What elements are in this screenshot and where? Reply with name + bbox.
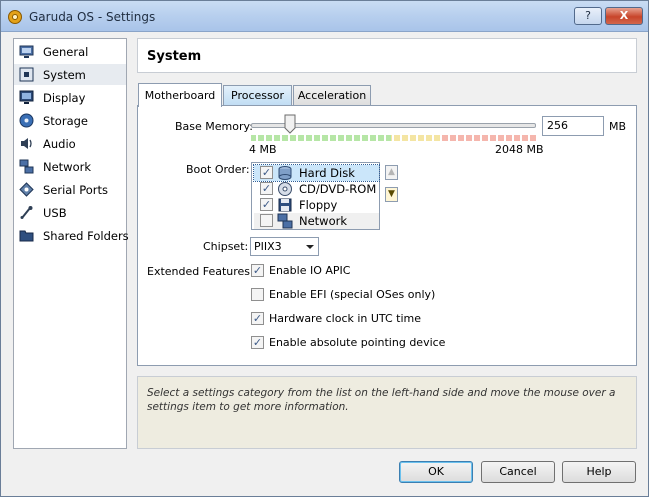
motherboard-panel <box>137 105 637 366</box>
tab-motherboard[interactable]: Motherboard <box>138 83 222 107</box>
chipset-label: Chipset: <box>203 240 249 253</box>
hard-disk-icon <box>278 166 292 180</box>
boot-order-label: Boot Order: <box>186 163 250 176</box>
sidebar-item-label: USB <box>43 206 67 220</box>
boot-item-cd-dvd[interactable]: ✓ CD/DVD-ROM <box>254 181 379 197</box>
storage-icon <box>19 113 34 128</box>
sidebar-item-usb[interactable]: USB <box>14 202 126 223</box>
boot-item-label: Floppy <box>299 198 338 212</box>
absolute-pointing-label: Enable absolute pointing device <box>269 336 446 349</box>
chipset-value: PIIX3 <box>254 240 282 253</box>
sidebar-item-audio[interactable]: Audio <box>14 133 126 154</box>
help-button[interactable]: Help <box>562 461 636 483</box>
boot-order-list: ✓ Hard Disk ✓ CD/DVD-ROM ✓ Floppy Networ… <box>251 162 380 230</box>
cd-dvd-icon <box>278 182 292 196</box>
sidebar-item-label: Display <box>43 91 86 105</box>
sidebar-item-storage[interactable]: Storage <box>14 110 126 131</box>
boot-item-network[interactable]: Network <box>254 213 379 229</box>
chevron-down-icon <box>306 245 314 249</box>
absolute-pointing-checkbox[interactable]: ✓ <box>251 336 264 349</box>
boot-item-hard-disk[interactable]: ✓ Hard Disk <box>253 164 380 182</box>
usb-icon <box>20 206 33 219</box>
boot-checkbox[interactable]: ✓ <box>260 166 273 179</box>
info-panel: Select a settings category from the list… <box>137 376 637 449</box>
memory-size-input[interactable]: 256 <box>542 116 604 136</box>
move-up-button[interactable]: ▲ <box>385 165 398 180</box>
sidebar-item-shared-folders[interactable]: Shared Folders <box>14 225 129 246</box>
efi-label: Enable EFI (special OSes only) <box>269 288 436 301</box>
sidebar-item-system[interactable]: System <box>14 64 126 85</box>
boot-checkbox[interactable] <box>260 214 273 227</box>
general-icon <box>19 45 34 58</box>
page-title: System <box>147 49 202 64</box>
utc-clock-label: Hardware clock in UTC time <box>269 312 422 325</box>
network-boot-icon <box>277 213 293 229</box>
sidebar-item-label: Network <box>43 160 92 174</box>
help-title-button[interactable]: ? <box>574 7 602 25</box>
sidebar-item-label: General <box>43 45 89 59</box>
gear-icon <box>8 10 22 24</box>
sidebar-item-network[interactable]: Network <box>14 156 126 177</box>
tab-processor[interactable]: Processor <box>223 85 292 106</box>
sidebar-item-display[interactable]: Display <box>14 87 126 108</box>
memory-slider-thumb[interactable] <box>284 114 296 134</box>
info-text: Select a settings category from the list… <box>147 387 616 413</box>
sidebar-item-label: Serial Ports <box>43 183 108 197</box>
boot-item-label: Network <box>299 214 348 228</box>
memory-unit-label: MB <box>609 120 627 133</box>
utc-clock-checkbox[interactable]: ✓ <box>251 312 264 325</box>
sidebar-item-label: System <box>43 68 86 82</box>
system-icon <box>19 67 34 82</box>
floppy-icon <box>278 198 292 212</box>
audio-icon <box>21 138 32 149</box>
settings-window: Garuda OS - Settings ? X General System … <box>0 0 649 497</box>
sidebar-item-general[interactable]: General <box>14 41 126 62</box>
slider-min-label: 4 MB <box>249 143 277 156</box>
io-apic-checkbox[interactable]: ✓ <box>251 264 264 277</box>
memory-slider-scale <box>251 135 536 141</box>
sidebar-item-label: Audio <box>43 137 76 151</box>
network-icon <box>19 159 34 174</box>
serial-ports-icon <box>19 182 34 197</box>
move-down-button[interactable]: ▼ <box>385 187 398 202</box>
title-bar[interactable]: Garuda OS - Settings ? X <box>1 1 648 32</box>
slider-max-label: 2048 MB <box>495 143 544 156</box>
shared-folders-icon <box>19 230 34 242</box>
ok-button[interactable]: OK <box>399 461 473 483</box>
boot-checkbox[interactable]: ✓ <box>260 198 273 211</box>
tab-acceleration[interactable]: Acceleration <box>293 85 371 106</box>
settings-sidebar: General System Display Storage Audio Net… <box>13 38 129 449</box>
page-header: System <box>137 38 637 73</box>
efi-checkbox[interactable] <box>251 288 264 301</box>
boot-item-label: Hard Disk <box>299 166 355 180</box>
sidebar-item-label: Storage <box>43 114 88 128</box>
window-title: Garuda OS - Settings <box>29 10 156 24</box>
boot-item-label: CD/DVD-ROM <box>299 182 377 196</box>
boot-item-floppy[interactable]: ✓ Floppy <box>254 197 379 213</box>
extended-features-label: Extended Features: <box>147 265 254 278</box>
base-memory-label: Base Memory: <box>175 120 253 133</box>
sidebar-item-serial-ports[interactable]: Serial Ports <box>14 179 126 200</box>
io-apic-label: Enable IO APIC <box>269 264 351 277</box>
close-button[interactable]: X <box>605 7 643 25</box>
cancel-button[interactable]: Cancel <box>481 461 555 483</box>
chipset-select[interactable]: PIIX3 <box>250 237 319 256</box>
display-icon <box>19 90 34 104</box>
boot-checkbox[interactable]: ✓ <box>260 182 273 195</box>
sidebar-item-label: Shared Folders <box>43 229 129 243</box>
